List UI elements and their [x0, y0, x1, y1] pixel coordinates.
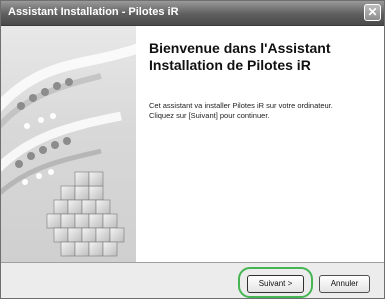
welcome-panel: Bienvenue dans l'Assistant Installation … [136, 26, 384, 262]
description-line-2: Cliquez sur [Suivant] pour continuer. [149, 111, 270, 120]
dna-helix-cubes-illustration [1, 43, 136, 257]
sidebar-banner [1, 26, 136, 262]
page-title: Bienvenue dans l'Assistant Installation … [149, 40, 379, 74]
next-button[interactable]: Suivant > [247, 275, 304, 293]
welcome-description: Cet assistant va installer Pilotes iR su… [149, 101, 384, 121]
title-line-1: Bienvenue dans l'Assistant [149, 40, 331, 56]
description-line-1: Cet assistant va installer Pilotes iR su… [149, 101, 333, 110]
installer-window: Assistant Installation - Pilotes iR ✕ Bi… [0, 0, 385, 299]
close-icon: ✕ [367, 5, 378, 19]
window-title: Assistant Installation - Pilotes iR [8, 6, 179, 18]
button-bar: Suivant > Annuler [1, 262, 384, 298]
cancel-button[interactable]: Annuler [319, 275, 370, 293]
title-bar[interactable]: Assistant Installation - Pilotes iR ✕ [1, 1, 384, 26]
close-button[interactable]: ✕ [364, 4, 381, 21]
title-line-2: Installation de Pilotes iR [149, 57, 311, 73]
